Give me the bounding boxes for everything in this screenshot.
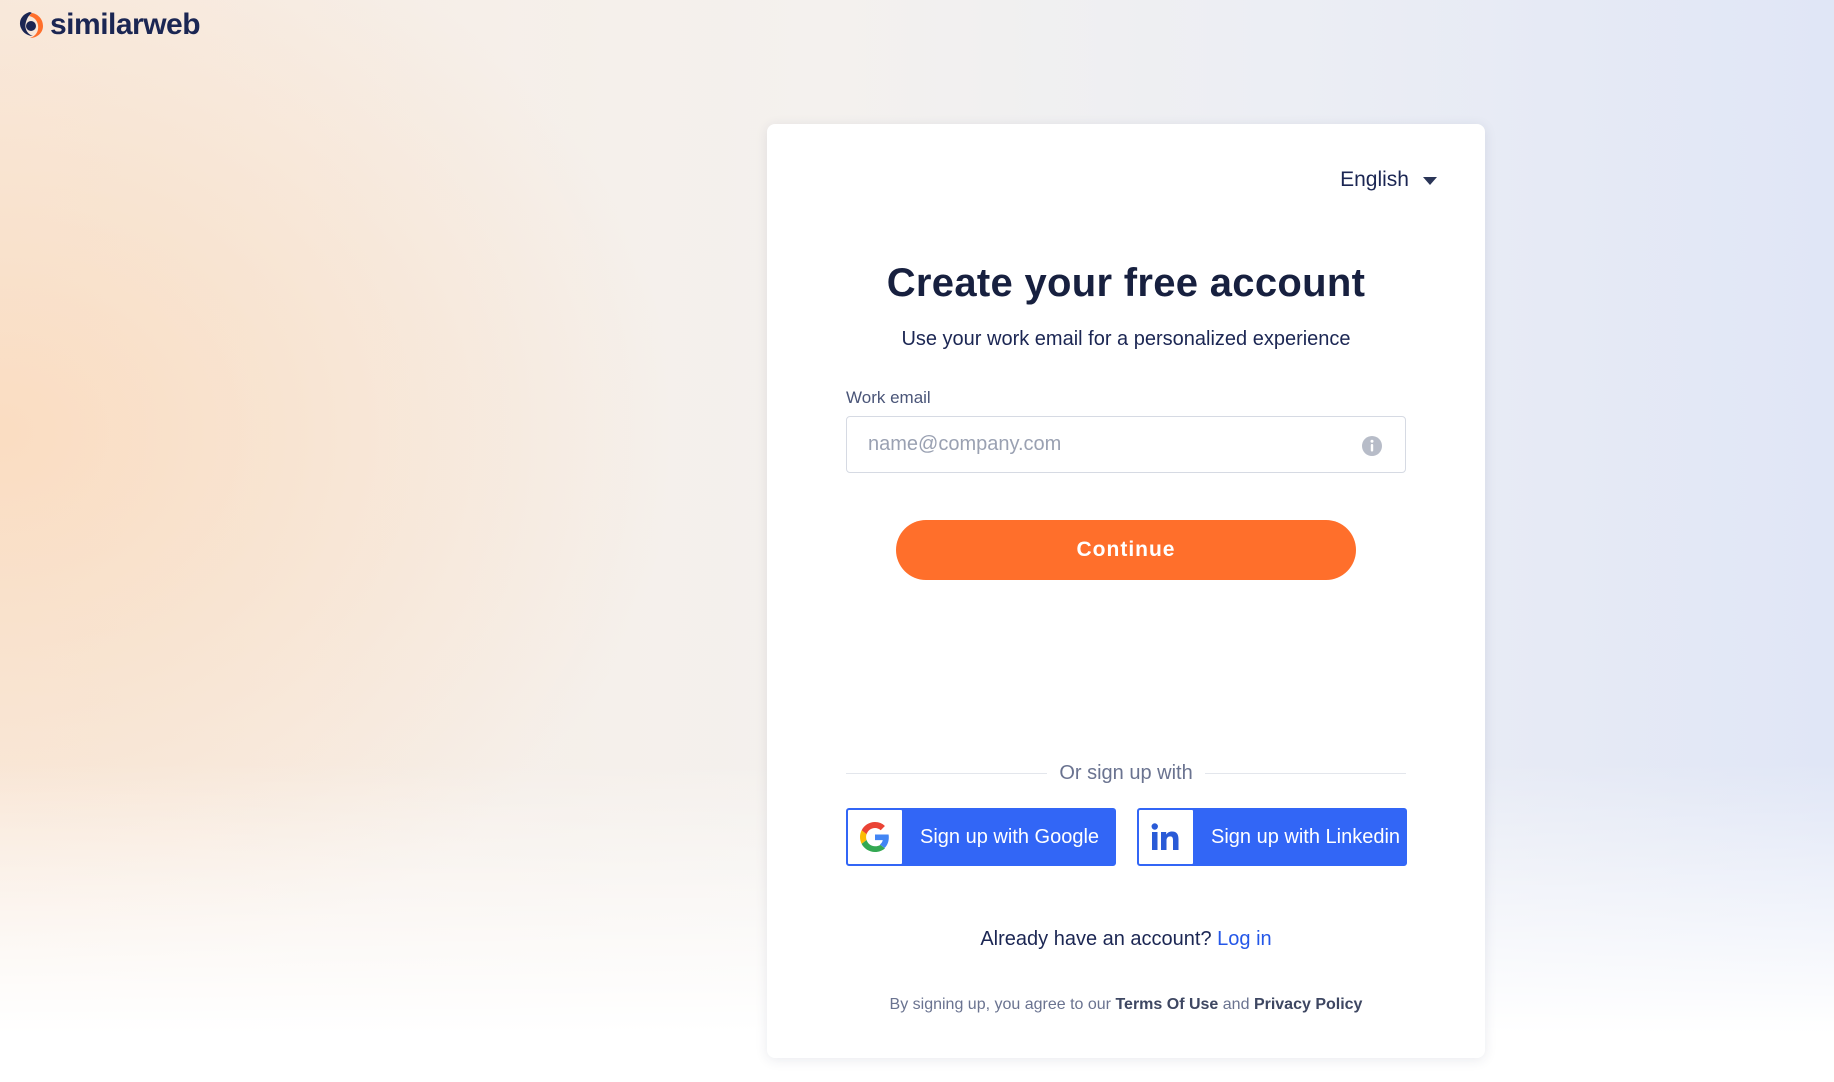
info-icon[interactable] [1361,435,1383,457]
linkedin-signup-label: Sign up with Linkedin [1211,825,1401,848]
language-label: English [1340,168,1409,191]
page-subtitle: Use your work email for a personalized e… [901,328,1351,350]
page-title: Create your free account [886,261,1366,305]
divider-text: Or sign up with [1059,761,1193,784]
email-field-wrapper [846,416,1406,473]
email-label: Work email [846,388,931,407]
google-signup-label: Sign up with Google [920,825,1100,848]
privacy-policy-link[interactable]: Privacy Policy [1254,996,1363,1013]
linkedin-icon-box [1139,810,1193,864]
chevron-down-icon [1423,177,1437,185]
language-selector[interactable]: English [1340,168,1437,192]
linkedin-icon [1151,823,1179,850]
terms-of-use-link[interactable]: Terms Of Use [1115,996,1218,1013]
terms-conjunction: and [1222,996,1250,1013]
continue-button[interactable]: Continue [896,520,1356,580]
google-signup-button[interactable]: Sign up with Google [846,808,1116,866]
linkedin-signup-button[interactable]: Sign up with Linkedin [1137,808,1407,866]
social-divider: Or sign up with [846,760,1407,786]
divider-line-right [1204,772,1407,774]
terms-notice: By signing up, you agree to our Terms Of… [767,996,1485,1014]
terms-prefix: By signing up, you agree to our [889,996,1112,1013]
login-prompt: Already have an account? Log in [767,928,1485,951]
divider-line-left [846,772,1048,774]
login-prompt-text: Already have an account? [980,928,1212,950]
email-field[interactable] [847,417,1405,472]
brand-name: similarweb [50,8,201,41]
login-link[interactable]: Log in [1217,928,1272,950]
google-icon [860,822,889,852]
signup-card: English Create your free account Use you… [767,124,1485,1058]
google-icon-box [848,810,902,864]
brand-logo[interactable]: similarweb [16,8,201,42]
similarweb-logo-icon [20,12,43,38]
